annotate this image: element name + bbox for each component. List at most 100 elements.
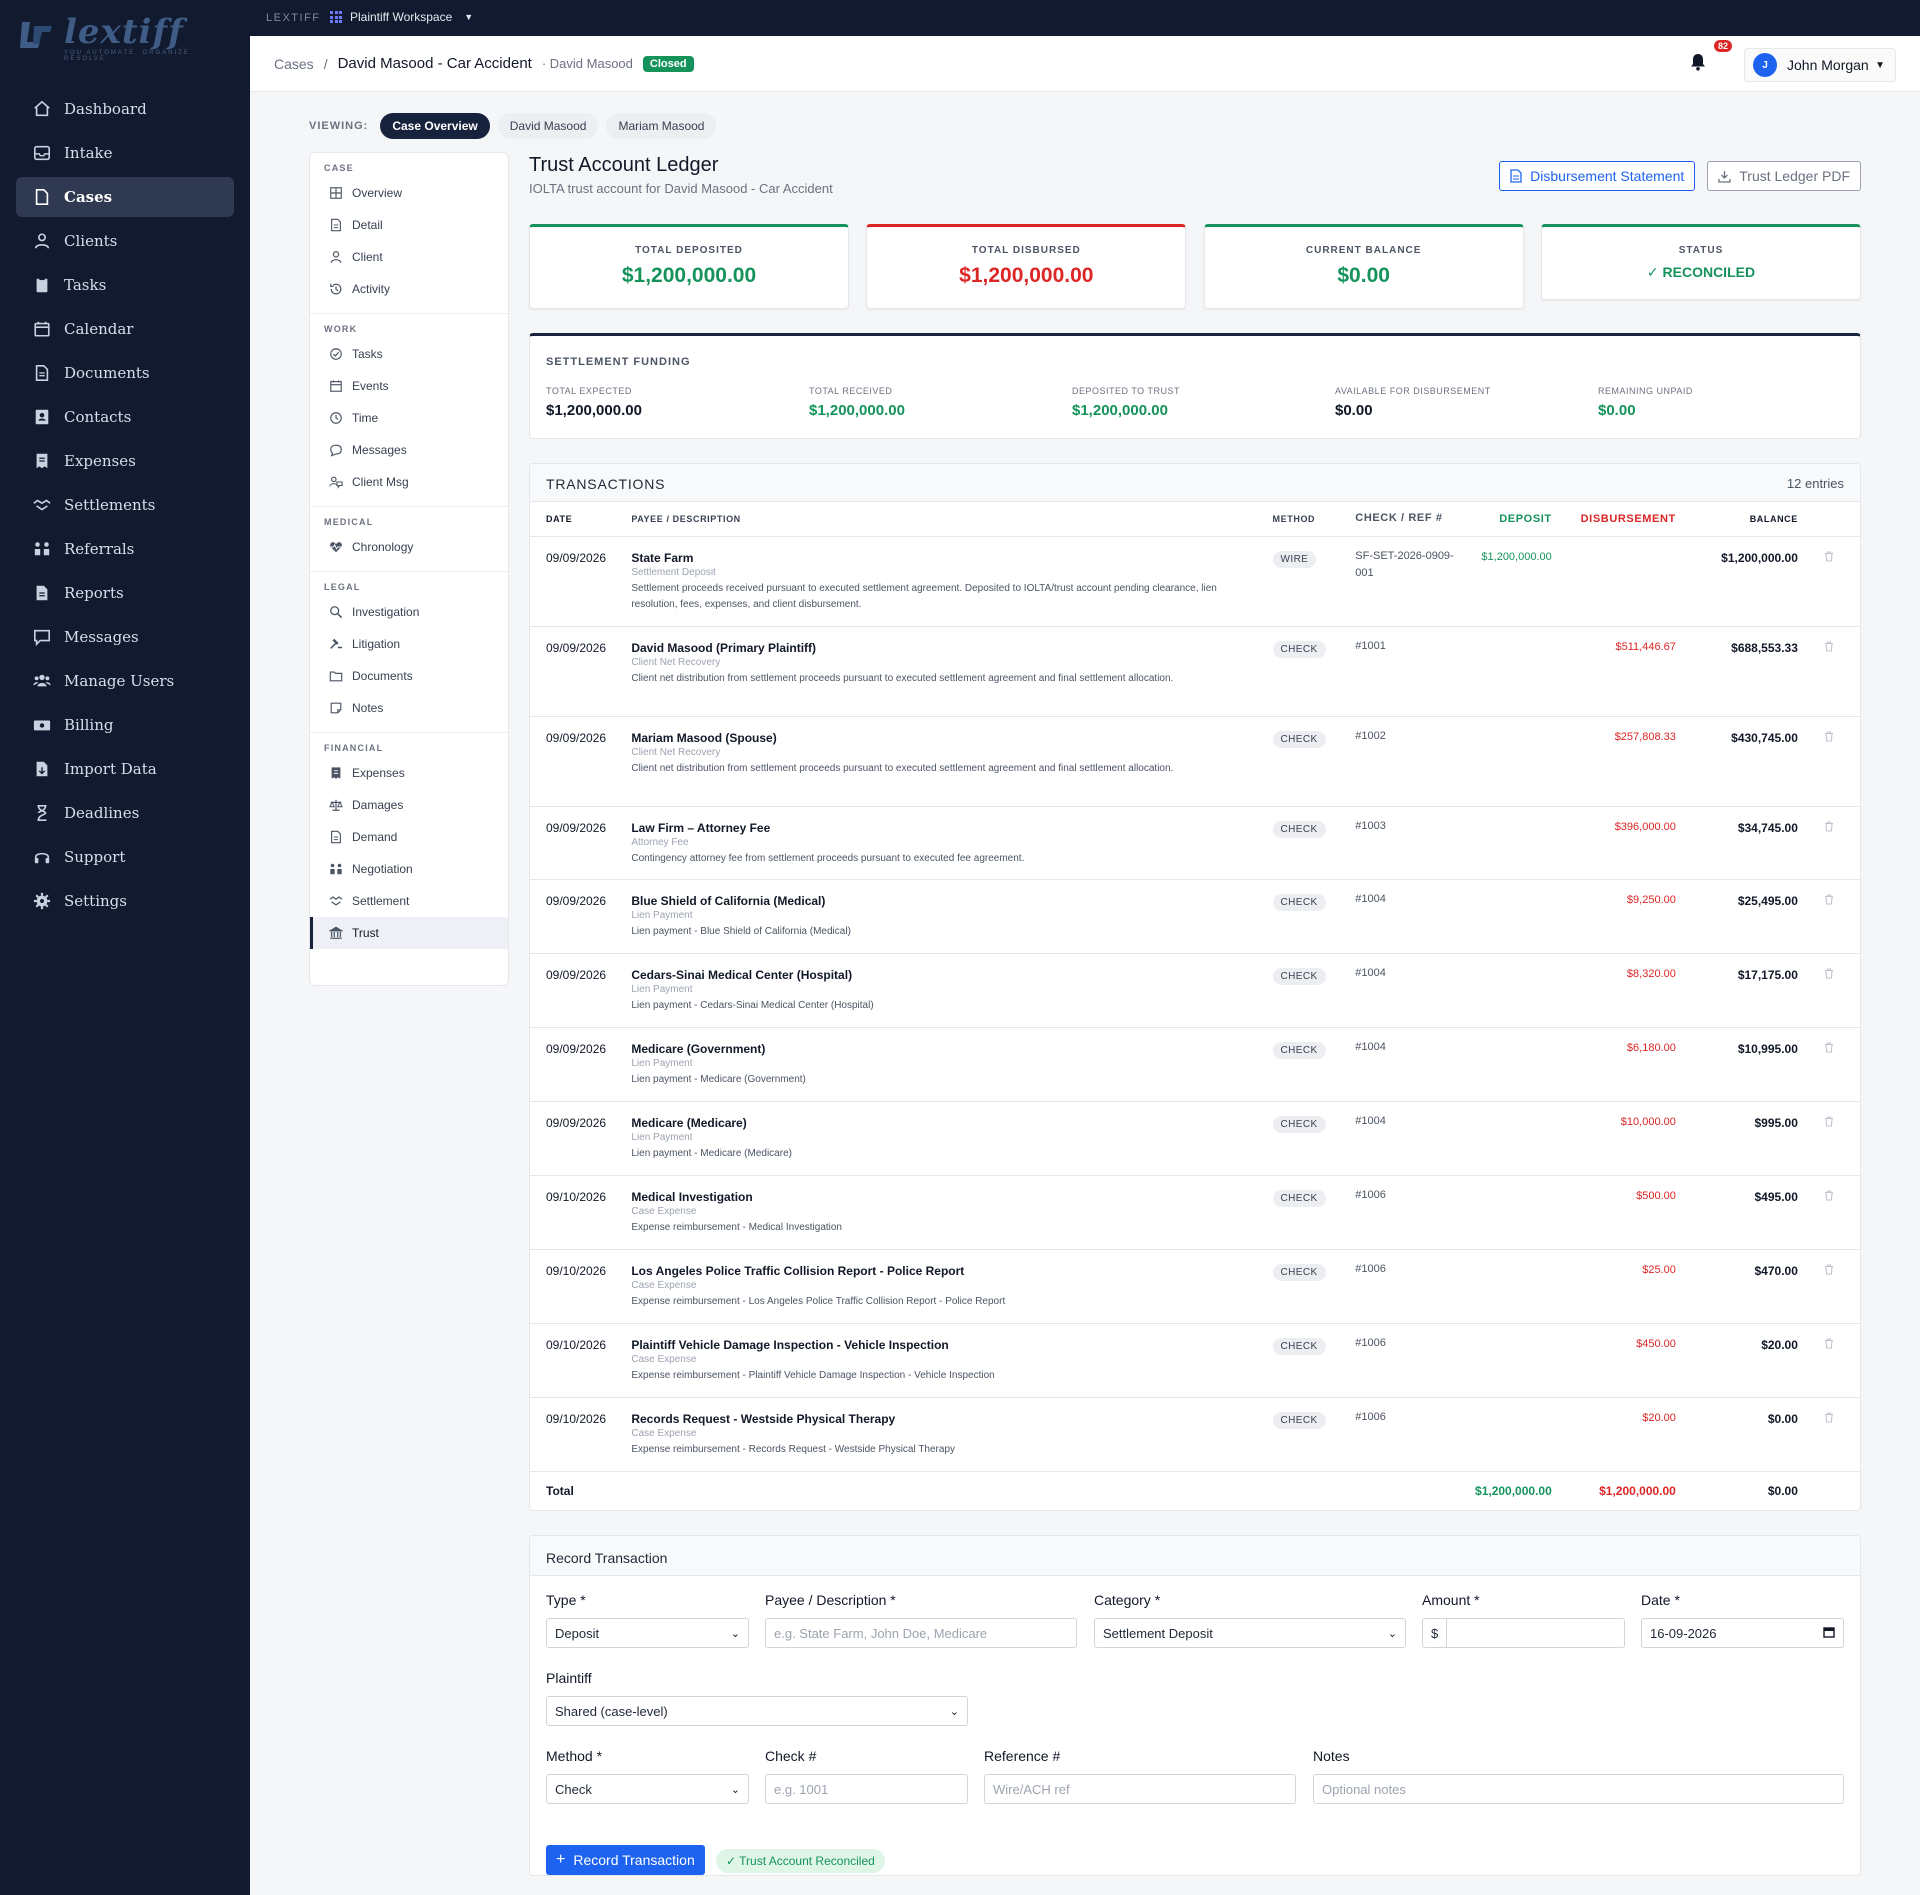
subnav-item-messages[interactable]: Messages bbox=[310, 434, 508, 466]
record-transaction-button[interactable]: + Record Transaction bbox=[546, 1845, 705, 1875]
column-header-disbursement[interactable]: DISBURSEMENT bbox=[1551, 502, 1676, 537]
subnav-item-client[interactable]: Client bbox=[310, 241, 508, 273]
sidebar-item-calendar[interactable]: Calendar bbox=[16, 309, 234, 349]
table-row[interactable]: 09/10/2026 Medical Investigation Case Expe… bbox=[530, 1175, 1860, 1250]
sidebar-item-contacts[interactable]: Contacts bbox=[16, 397, 234, 437]
sidebar-item-support[interactable]: Support bbox=[16, 837, 234, 877]
column-header-date[interactable]: DATE bbox=[530, 502, 632, 537]
sidebar-item-referrals[interactable]: Referrals bbox=[16, 529, 234, 569]
subnav-item-detail[interactable]: Detail bbox=[310, 209, 508, 241]
check-number-input[interactable]: e.g. 1001 bbox=[765, 1774, 968, 1804]
subnav-item-label: Litigation bbox=[352, 637, 401, 651]
subnav-item-expenses[interactable]: Expenses bbox=[310, 757, 508, 789]
trash-icon[interactable] bbox=[1824, 640, 1834, 652]
viewing-pill-case-overview[interactable]: Case Overview bbox=[380, 113, 490, 139]
table-row[interactable]: 09/10/2026 Records Request - Westside Phy… bbox=[530, 1397, 1860, 1472]
table-row[interactable]: 09/10/2026 Los Angeles Police Traffic Col… bbox=[530, 1249, 1860, 1324]
subnav-item-demand[interactable]: Demand bbox=[310, 821, 508, 853]
sidebar-item-clients[interactable]: Clients bbox=[16, 221, 234, 261]
subnav-item-time[interactable]: Time bbox=[310, 402, 508, 434]
table-row[interactable]: 09/09/2026 Law Firm – Attorney Fee Attorne… bbox=[530, 806, 1860, 880]
sidebar-item-settings[interactable]: Settings bbox=[16, 881, 234, 921]
subnav-item-notes[interactable]: Notes bbox=[310, 692, 508, 724]
sidebar-item-dashboard[interactable]: Dashboard bbox=[16, 89, 234, 129]
trash-icon[interactable] bbox=[1824, 893, 1834, 905]
date-input[interactable]: 16-09-2026 bbox=[1641, 1618, 1844, 1648]
subnav-item-chronology[interactable]: Chronology bbox=[310, 531, 508, 563]
subnav-item-litigation[interactable]: Litigation bbox=[310, 628, 508, 660]
sidebar-item-import-data[interactable]: Import Data bbox=[16, 749, 234, 789]
amount-label: Amount * bbox=[1422, 1592, 1480, 1608]
viewing-pill-mariam-masood[interactable]: Mariam Masood bbox=[606, 113, 717, 139]
row-description: Contingency attorney fee from settlement… bbox=[631, 852, 1025, 864]
sidebar-item-cases[interactable]: Cases bbox=[16, 177, 234, 217]
workspace-switcher[interactable]: Plaintiff Workspace ▼ bbox=[330, 10, 473, 24]
table-row[interactable]: 09/09/2026 Cedars-Sinai Medical Center (H… bbox=[530, 953, 1860, 1028]
table-row[interactable]: 09/10/2026 Plaintiff Vehicle Damage Inspe… bbox=[530, 1323, 1860, 1398]
trash-icon[interactable] bbox=[1824, 1041, 1834, 1053]
disbursement-statement-button[interactable]: Disbursement Statement bbox=[1499, 161, 1696, 191]
subnav-item-client-msg[interactable]: Client Msg bbox=[310, 466, 508, 498]
sidebar-item-settlements[interactable]: Settlements bbox=[16, 485, 234, 525]
subnav-section-title: CASE bbox=[324, 163, 354, 173]
trash-icon[interactable] bbox=[1824, 1337, 1834, 1349]
sidebar-item-deadlines[interactable]: Deadlines bbox=[16, 793, 234, 833]
sidebar-item-documents[interactable]: Documents bbox=[16, 353, 234, 393]
subnav-item-negotiation[interactable]: Negotiation bbox=[310, 853, 508, 885]
user-icon bbox=[328, 249, 344, 265]
reference-input[interactable]: Wire/ACH ref bbox=[984, 1774, 1296, 1804]
app-logo[interactable]: lextiff YOU AUTOMATE. ORGANIZE. RESOLVE. bbox=[18, 12, 218, 62]
trash-icon[interactable] bbox=[1824, 1263, 1834, 1275]
trash-icon[interactable] bbox=[1824, 1115, 1834, 1127]
column-header-deposit[interactable]: DEPOSIT bbox=[1469, 502, 1552, 537]
category-select[interactable]: Settlement Deposit ⌄ bbox=[1094, 1618, 1406, 1648]
subnav-item-trust[interactable]: Trust bbox=[310, 917, 508, 949]
subnav-item-overview[interactable]: Overview bbox=[310, 177, 508, 209]
column-header-balance[interactable]: BALANCE bbox=[1675, 502, 1798, 537]
method-select[interactable]: Check ⌄ bbox=[546, 1774, 749, 1804]
subnav-item-investigation[interactable]: Investigation bbox=[310, 596, 508, 628]
subnav-item-tasks[interactable]: Tasks bbox=[310, 338, 508, 370]
amount-input[interactable]: $ bbox=[1422, 1618, 1625, 1648]
subnav-item-settlement[interactable]: Settlement bbox=[310, 885, 508, 917]
subnav-item-documents[interactable]: Documents bbox=[310, 660, 508, 692]
row-ref: #1004 bbox=[1355, 1101, 1470, 1176]
sidebar-item-billing[interactable]: Billing bbox=[16, 705, 234, 745]
column-header-method[interactable]: METHOD bbox=[1272, 502, 1356, 537]
trash-icon[interactable] bbox=[1824, 967, 1834, 979]
payee-input[interactable]: e.g. State Farm, John Doe, Medicare bbox=[765, 1618, 1077, 1648]
sidebar-item-messages[interactable]: Messages bbox=[16, 617, 234, 657]
user-menu[interactable]: J John Morgan ▼ bbox=[1744, 48, 1896, 82]
table-row[interactable]: 09/09/2026 Medicare (Government) Lien Paym… bbox=[530, 1027, 1860, 1102]
table-row[interactable]: 09/09/2026 State Farm Settlement Deposit Se… bbox=[530, 536, 1860, 627]
viewing-pill-david-masood[interactable]: David Masood bbox=[497, 113, 599, 139]
sidebar-item-reports[interactable]: Reports bbox=[16, 573, 234, 613]
trash-icon[interactable] bbox=[1824, 1411, 1834, 1423]
trash-icon[interactable] bbox=[1824, 1189, 1834, 1201]
row-deposit bbox=[1469, 1323, 1552, 1398]
trash-icon[interactable] bbox=[1824, 730, 1834, 742]
sidebar-item-tasks[interactable]: Tasks bbox=[16, 265, 234, 305]
subnav-item-damages[interactable]: Damages bbox=[310, 789, 508, 821]
bell-icon[interactable] bbox=[1686, 50, 1710, 74]
plaintiff-select[interactable]: Shared (case-level) ⌄ bbox=[546, 1696, 968, 1726]
table-row[interactable]: 09/09/2026 Blue Shield of California (Med… bbox=[530, 879, 1860, 954]
sidebar-item-intake[interactable]: Intake bbox=[16, 133, 234, 173]
sidebar-item-expenses[interactable]: Expenses bbox=[16, 441, 234, 481]
trust-ledger-pdf-button[interactable]: Trust Ledger PDF bbox=[1707, 161, 1861, 191]
subnav-item-events[interactable]: Events bbox=[310, 370, 508, 402]
column-header-check-ref[interactable]: CHECK / REF # bbox=[1355, 502, 1470, 537]
table-row[interactable]: 09/09/2026 Medicare (Medicare) Lien Paymen… bbox=[530, 1101, 1860, 1176]
breadcrumb-cases-link[interactable]: Cases bbox=[274, 56, 314, 72]
table-row[interactable]: 09/09/2026 David Masood (Primary Plaintif… bbox=[530, 626, 1860, 717]
table-row[interactable]: 09/09/2026 Mariam Masood (Spouse) Client N… bbox=[530, 716, 1860, 807]
column-header-payee-description[interactable]: PAYEE / DESCRIPTION bbox=[631, 502, 1273, 537]
trash-icon[interactable] bbox=[1824, 550, 1834, 562]
sidebar-item-manage-users[interactable]: Manage Users bbox=[16, 661, 234, 701]
notes-input[interactable]: Optional notes bbox=[1313, 1774, 1844, 1804]
type-select[interactable]: Deposit ⌄ bbox=[546, 1618, 749, 1648]
row-disbursement: $9,250.00 bbox=[1551, 879, 1676, 954]
subnav-item-activity[interactable]: Activity bbox=[310, 273, 508, 305]
trash-icon[interactable] bbox=[1824, 820, 1834, 832]
calendar-icon[interactable] bbox=[1823, 1626, 1835, 1641]
